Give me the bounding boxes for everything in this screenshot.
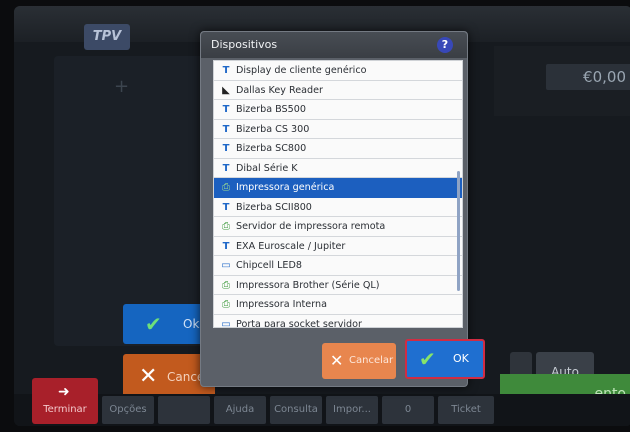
device-list-item[interactable]: T Dibal Série K — [214, 159, 462, 178]
total-amount: €0,00 — [546, 64, 630, 90]
scale-icon: T — [222, 143, 230, 154]
tab-zero[interactable]: 0 — [382, 396, 434, 424]
tab-options[interactable]: Opções — [102, 396, 154, 424]
terminate-button[interactable]: ➜ Terminar — [32, 378, 98, 424]
scale-icon: T — [222, 104, 230, 115]
background-ok-label: Ok — [183, 317, 200, 331]
tab-import[interactable]: Impor... — [326, 396, 378, 424]
device-label: Impressora Interna — [236, 299, 327, 310]
device-label: Display de cliente genérico — [236, 65, 367, 76]
device-list-item[interactable]: ◣ Dallas Key Reader — [214, 81, 462, 100]
device-list-item[interactable]: T Bizerba SCII800 — [214, 198, 462, 217]
app-logo: TPV — [84, 24, 130, 50]
devices-dialog: Dispositivos ? T Display de cliente genér… — [200, 31, 485, 387]
scale-icon: T — [222, 65, 230, 76]
device-label: Dibal Série K — [236, 162, 298, 174]
printer-icon: ⎙ — [222, 279, 230, 291]
printer-icon: ⎙ — [222, 221, 230, 232]
ok-label: OK — [453, 352, 469, 365]
device-label: Impressora Brother (Série QL) — [236, 279, 380, 291]
device-list-item[interactable]: ⎙ Impressora Brother (Série QL) — [214, 276, 462, 295]
device-label: Servidor de impressora remota — [236, 221, 386, 232]
device-list-item[interactable]: ⎙ Servidor de impressora remota — [214, 217, 462, 237]
order-panel — [54, 56, 214, 346]
tab-blank[interactable] — [158, 396, 210, 424]
device-list-item[interactable]: T Bizerba SC800 — [214, 139, 462, 159]
device-label: Chipcell LED8 — [236, 260, 302, 271]
device-list-item[interactable]: ⎙ Impressora Interna — [214, 295, 462, 315]
device-list-item[interactable]: T Bizerba CS 300 — [214, 120, 462, 139]
device-list-item[interactable]: ▭ Porta para socket servidor — [214, 315, 462, 328]
scale-icon: T — [222, 162, 230, 174]
exit-icon: ➜ — [58, 384, 70, 400]
tab-help[interactable]: Ajuda — [214, 396, 266, 424]
device-list-item[interactable]: ▭ Chipcell LED8 — [214, 256, 462, 276]
device-list[interactable]: T Display de cliente genérico ◣ Dallas Key … — [213, 60, 463, 328]
tab-query[interactable]: Consulta — [270, 396, 322, 424]
device-label: EXA Euroscale / Jupiter — [236, 240, 346, 252]
dialog-title: Dispositivos — [211, 38, 278, 51]
device-list-item[interactable]: ⎙ Impressora genérica — [214, 178, 462, 198]
key-icon: ◣ — [222, 84, 230, 96]
monitor-icon: ▭ — [221, 318, 231, 328]
check-icon: ✔ — [419, 347, 436, 371]
device-label: Bizerba CS 300 — [236, 123, 310, 135]
device-label: Porta para socket servidor — [236, 318, 362, 328]
ok-button[interactable]: ✔ OK — [405, 339, 485, 379]
device-label: Bizerba SC800 — [236, 143, 307, 154]
device-label: Dallas Key Reader — [236, 84, 323, 96]
dialog-header: Dispositivos ? — [201, 32, 467, 58]
device-label: Impressora genérica — [236, 182, 335, 193]
cancel-label: Cancelar — [349, 355, 394, 366]
check-icon: ✔ — [145, 312, 162, 336]
tab-ticket[interactable]: Ticket — [438, 396, 494, 424]
help-icon[interactable]: ? — [437, 37, 453, 53]
scale-icon: T — [222, 201, 230, 213]
device-label: Bizerba SCII800 — [236, 201, 312, 213]
printer-icon: ⎙ — [222, 299, 230, 310]
printer-icon: ⎙ — [222, 182, 230, 193]
device-list-item[interactable]: T EXA Euroscale / Jupiter — [214, 237, 462, 256]
monitor-icon: ▭ — [221, 260, 231, 271]
device-list-item[interactable]: T Bizerba BS500 — [214, 100, 462, 120]
close-icon: ✕ — [330, 351, 344, 370]
plus-icon: + — [114, 76, 130, 97]
device-label: Bizerba BS500 — [236, 104, 306, 115]
terminate-label: Terminar — [43, 404, 87, 415]
scale-icon: T — [222, 123, 230, 135]
list-scrollbar[interactable] — [457, 171, 460, 291]
device-list-item[interactable]: T Display de cliente genérico — [214, 61, 462, 81]
scale-icon: T — [222, 240, 230, 252]
cancel-button[interactable]: ✕ Cancelar — [322, 343, 396, 379]
